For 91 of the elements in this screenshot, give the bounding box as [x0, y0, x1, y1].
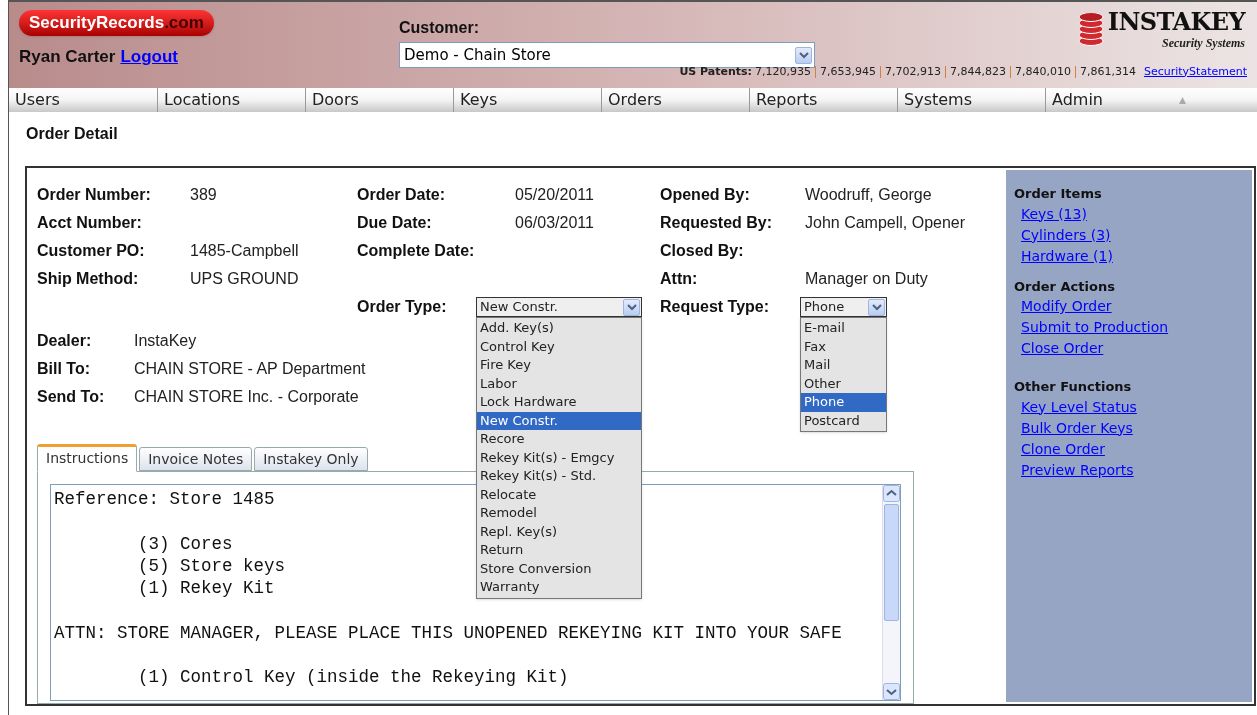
logo-tagline: Security Systems [1162, 35, 1245, 52]
instruction-line: ATTN: STORE MANAGER, PLEASE PLACE THIS UNOPENED REKEYING KIT INTO YOUR SAFE [54, 621, 842, 645]
instakey-logo: INSTAKEY [1107, 10, 1245, 34]
dropdown-option[interactable]: Return [477, 541, 641, 560]
patent-number: 7,840,010 [1014, 63, 1071, 80]
instruction-line: (1) Rekey Kit [137, 577, 275, 600]
instruction-line: (1) Control Key (inside the Rekeying Kit) [137, 666, 569, 689]
security-records-logo[interactable]: SecurityRecords.com [19, 10, 214, 36]
dropdown-option[interactable]: Phone [801, 393, 886, 412]
field-label: Send To: [37, 387, 106, 407]
patent-number: 7,653,945 [820, 63, 876, 80]
scroll-up-icon[interactable] [883, 485, 900, 502]
nav-tab[interactable]: Keys [453, 88, 601, 112]
dropdown-field[interactable]: New Constr. [476, 297, 642, 317]
patent-number: 7,702,913 [885, 63, 941, 80]
scroll-down-icon[interactable] [883, 683, 900, 700]
chevron-down-icon[interactable] [868, 298, 885, 316]
instruction-line: Reference: Store 1485 [54, 488, 275, 511]
dropdown-option[interactable]: Add. Key(s) [477, 319, 641, 338]
section-heading: Order Items [1014, 185, 1103, 203]
nav-tab[interactable]: Orders [601, 88, 749, 112]
field-value: CHAIN STORE - AP Department [134, 359, 366, 379]
dropdown-option[interactable]: Control Key [477, 337, 641, 356]
field-value: 1485-Campbell [190, 241, 300, 261]
dropdown-option[interactable]: Labor [477, 374, 641, 393]
field-value: InstaKey [134, 331, 197, 351]
dropdown-option[interactable]: Fax [801, 337, 886, 356]
dropdown-option[interactable]: Lock Hardware [477, 393, 641, 412]
dropdown-option[interactable]: New Constr. [477, 411, 641, 430]
field-label: Dealer: [37, 331, 93, 351]
dropdown-option[interactable]: Remodel [477, 504, 641, 523]
field-value: 06/03/2011 [515, 213, 595, 233]
chevron-down-icon[interactable] [795, 46, 812, 64]
customer-label: Customer: [399, 18, 480, 38]
dropdown-field[interactable]: Phone [800, 297, 887, 317]
nav-tab[interactable]: Admin [1045, 88, 1193, 112]
field-label: Closed By: [660, 241, 745, 261]
field-label: Acct Number: [37, 213, 143, 233]
field-label: Customer PO: [37, 241, 146, 261]
chevron-down-icon[interactable] [623, 298, 640, 316]
nav-tab[interactable]: Locations [157, 88, 305, 112]
tab[interactable]: Instructions [37, 444, 138, 472]
nav-tab[interactable]: Reports [749, 88, 897, 112]
dropdown-option[interactable]: Other [801, 374, 886, 393]
field-value: CHAIN STORE Inc. - Corporate [134, 387, 359, 407]
field-value: 389 [190, 185, 218, 205]
patent-number: 7,861,314 [1079, 63, 1136, 80]
nav-tab[interactable]: Users [9, 88, 157, 112]
tab[interactable]: Invoice Notes [139, 447, 253, 471]
field-label: Order Date: [357, 185, 447, 205]
field-label: Ship Method: [37, 269, 140, 289]
field-label: Attn: [660, 269, 699, 289]
instruction-line: (5) Store keys [137, 554, 286, 578]
nav-tab[interactable]: Systems [897, 88, 1045, 112]
field-value: UPS GROUND [190, 269, 300, 289]
user-name: Ryan Carter [19, 46, 116, 68]
dropdown-option[interactable]: Rekey Kit(s) - Std. [477, 467, 641, 486]
security-statement-link[interactable]: SecurityStatement [1143, 63, 1247, 80]
field-label: Complete Date: [357, 241, 476, 261]
field-value: Woodruff, George [805, 185, 933, 205]
dropdown-option[interactable]: Fire Key [477, 356, 641, 375]
page-title: Order Detail [26, 124, 119, 144]
field-label: Order Number: [37, 185, 152, 205]
instruction-line: (3) Cores [137, 532, 233, 555]
cylinder-logo-icon [1077, 13, 1104, 49]
nav-tab[interactable]: Doors [305, 88, 453, 112]
dropdown-option[interactable]: Postcard [801, 411, 886, 430]
field-label: Due Date: [357, 213, 433, 233]
field-value: 05/20/2011 [515, 185, 595, 205]
section-heading: Other Functions [1014, 378, 1133, 396]
customer-select[interactable]: Demo - Chain Store [399, 42, 815, 68]
scrollbar[interactable] [882, 485, 900, 700]
order-type-label: Order Type: [357, 297, 448, 317]
patent-number: 7,844,823 [950, 63, 1006, 80]
dropdown-option[interactable]: Repl. Key(s) [477, 522, 641, 541]
dropdown-option[interactable]: Mail [801, 356, 886, 375]
dropdown-option[interactable]: Rekey Kit(s) - Emgcy [477, 448, 641, 467]
dropdown-option[interactable]: Store Conversion [477, 559, 641, 578]
section-heading: Order Actions [1014, 277, 1116, 296]
request-type-label: Request Type: [660, 297, 771, 317]
field-label: Requested By: [660, 213, 774, 233]
dropdown-option[interactable]: Warranty [477, 578, 641, 597]
dropdown-option[interactable]: Relocate [477, 485, 641, 504]
field-value: Manager on Duty [805, 269, 929, 289]
dropdown-option[interactable]: Recore [477, 430, 641, 449]
field-label: Bill To: [37, 359, 92, 379]
field-value: John Campell, Opener [805, 213, 967, 233]
tab[interactable]: Instakey Only [254, 447, 368, 471]
scroll-thumb[interactable] [884, 504, 899, 621]
field-label: Opened By: [660, 185, 751, 205]
dropdown-option[interactable]: E-mail [801, 319, 886, 338]
